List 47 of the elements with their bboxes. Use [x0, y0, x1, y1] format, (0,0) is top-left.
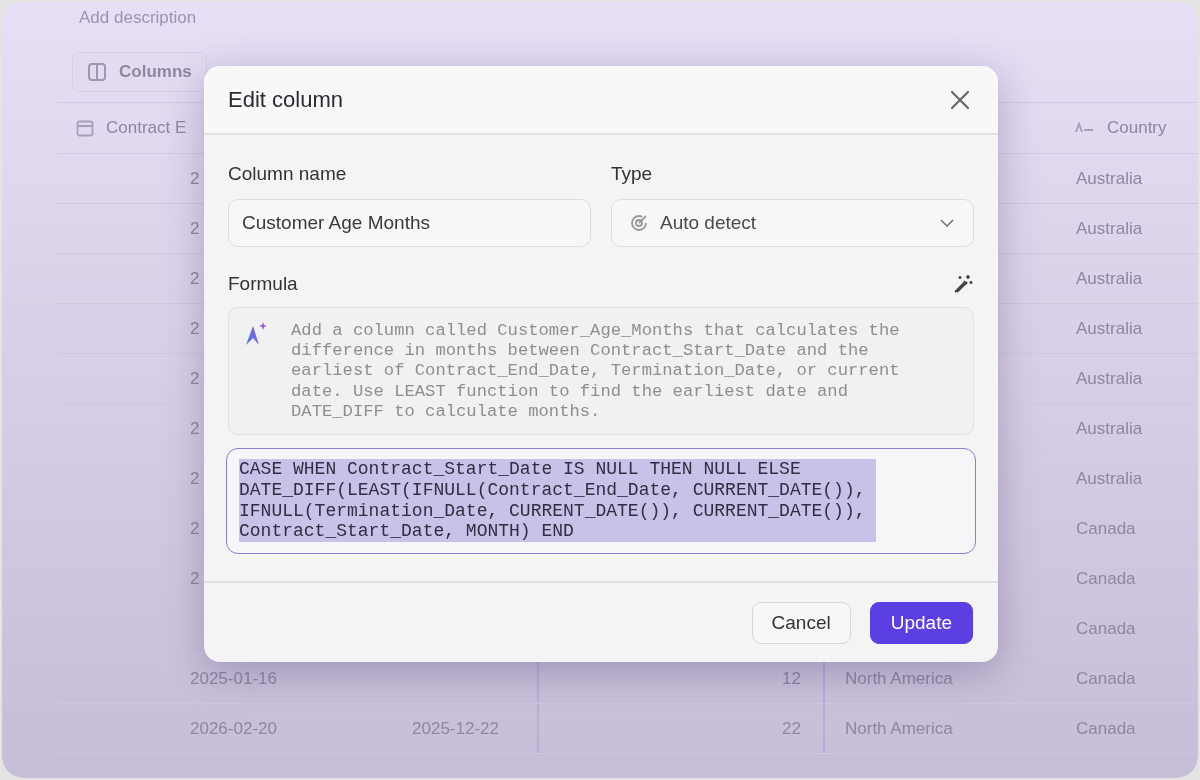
- dialog-title: Edit column: [228, 86, 343, 113]
- table-cell: 2: [190, 468, 200, 488]
- type-dropdown[interactable]: Auto detect: [611, 199, 974, 247]
- prompt-text: Add a column called Customer_Age_Months that calculates the difference in months between Contract_Start_Date and the earliest of Contract_End_Date, Termination_Date, or current date. Use LEAST function to find the earliest date and DATE_DIFF to calculate months.: [291, 321, 901, 423]
- table-cell: 2026-02-20: [190, 718, 277, 738]
- table-cell: Canada: [1076, 618, 1136, 638]
- formula-code: CASE WHEN Contract_Start_Date IS NULL THEN NULL ELSE DATE_DIFF(LEAST(IFNULL(Contract_End_Date, CURRENT_DATE()), IFNULL(Termination_Date, CURRENT_DATE()), CURRENT_DATE()), Contract_Start_Date, MONTH) END: [239, 459, 877, 543]
- formula-editor[interactable]: [226, 448, 976, 554]
- table-cell: 2: [190, 218, 200, 238]
- cancel-button[interactable]: Cancel: [751, 601, 851, 644]
- table-cell: Australia: [1076, 368, 1143, 388]
- table-cell: 2: [190, 368, 200, 388]
- table-cell: Australia: [1076, 468, 1143, 488]
- table-cell: 2: [190, 318, 200, 338]
- field-label: Column name: [228, 163, 348, 185]
- table-cell: 2: [190, 518, 200, 538]
- field-label: Type: [611, 163, 654, 185]
- target-icon: [630, 214, 648, 232]
- update-button[interactable]: Update: [869, 601, 973, 644]
- column-header: Country: [1107, 118, 1167, 138]
- table-cell: Canada: [1076, 668, 1136, 688]
- columns-icon: [87, 62, 107, 82]
- prompt-box[interactable]: [228, 307, 974, 435]
- column-header: Contract E: [106, 118, 187, 138]
- table-cell: Australia: [1076, 268, 1143, 288]
- table-cell: 2: [190, 568, 200, 588]
- magic-wand-icon[interactable]: [952, 273, 974, 295]
- table-cell: 2025-01-16: [190, 668, 277, 688]
- table-cell: 2: [190, 168, 200, 188]
- table-cell: North America: [845, 718, 953, 738]
- table-cell: Australia: [1076, 168, 1143, 188]
- table-cell: 2025-12-22: [412, 718, 499, 738]
- calendar-icon: [76, 119, 94, 137]
- table-cell: Australia: [1076, 218, 1143, 238]
- table-cell: Canada: [1076, 518, 1136, 538]
- sparkle-a-icon: [243, 321, 269, 347]
- table-cell: 2: [190, 418, 200, 438]
- table-cell: Australia: [1076, 418, 1143, 438]
- table-cell: Canada: [1076, 568, 1136, 588]
- column-name-field[interactable]: Customer Age Months: [228, 199, 591, 247]
- field-label: Formula: [228, 273, 298, 295]
- table-cell: 2: [190, 268, 200, 288]
- table-cell: 22: [782, 718, 801, 739]
- chevron-down-icon: [939, 218, 955, 228]
- text-type-icon: [1075, 122, 1095, 134]
- table-cell: Australia: [1076, 318, 1143, 338]
- table-cell: Canada: [1076, 718, 1136, 738]
